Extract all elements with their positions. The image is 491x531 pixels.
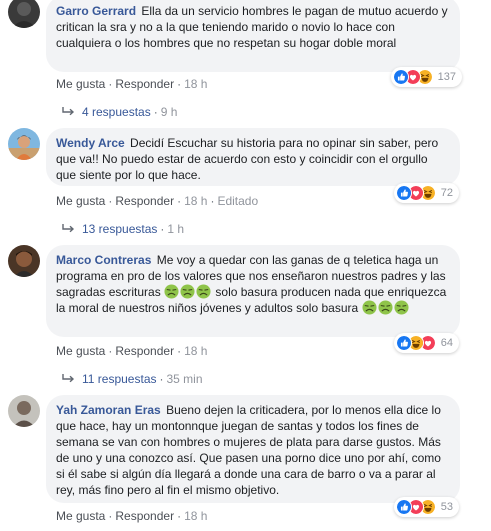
avatar[interactable] <box>8 245 40 277</box>
like-reaction-icon <box>395 335 412 351</box>
replies-time: 35 min <box>166 372 203 386</box>
reply-link[interactable]: Responder <box>115 194 174 208</box>
comment-actions: Me gusta · Responder · 18 h <box>56 344 208 358</box>
reply-arrow-icon <box>62 224 76 234</box>
comment-author[interactable]: Wendy Arce <box>56 136 125 150</box>
comment-actions: Me gusta · Responder · 18 h · Editado <box>56 194 259 208</box>
like-link[interactable]: Me gusta <box>56 194 105 208</box>
comment-bubble: Yah Zamoran Eras Bueno dejen la criticad… <box>46 395 460 503</box>
reaction-summary[interactable]: 64 <box>393 333 459 353</box>
replies-time: 1 h <box>167 222 185 236</box>
reaction-count: 53 <box>440 501 453 513</box>
reply-link[interactable]: Responder <box>115 509 174 523</box>
comment-bubble: Garro Gerrard Ella da un servicio hombre… <box>46 0 460 72</box>
reaction-summary[interactable]: 137 <box>390 67 462 87</box>
comment-time[interactable]: 18 h <box>184 194 207 208</box>
like-link[interactable]: Me gusta <box>56 344 105 358</box>
reaction-count: 64 <box>440 337 453 349</box>
view-replies[interactable]: 13 respuestas · 1 h <box>62 222 184 236</box>
sick-face-emoji <box>362 300 377 315</box>
like-link[interactable]: Me gusta <box>56 77 105 91</box>
like-reaction-icon <box>395 499 412 515</box>
comment-author[interactable]: Garro Gerrard <box>56 4 136 18</box>
reply-arrow-icon <box>62 374 76 384</box>
avatar[interactable] <box>8 0 40 28</box>
like-reaction-icon <box>392 69 409 85</box>
comment-time[interactable]: 18 h <box>184 77 207 91</box>
avatar[interactable] <box>8 395 40 427</box>
reaction-count: 72 <box>440 187 453 199</box>
replies-time: 9 h <box>160 105 178 119</box>
replies-count-link[interactable]: 11 respuestas <box>82 372 157 386</box>
replies-count-link[interactable]: 4 respuestas <box>82 105 151 119</box>
reaction-summary[interactable]: 53 <box>393 497 459 517</box>
comment-actions: Me gusta · Responder · 18 h <box>56 77 208 91</box>
comment-author[interactable]: Marco Contreras <box>56 253 151 267</box>
like-reaction-icon <box>395 185 412 201</box>
avatar[interactable] <box>8 128 40 160</box>
reply-arrow-icon <box>62 107 76 117</box>
comment-text: Bueno dejen la criticadera, por lo menos… <box>56 403 441 497</box>
sick-face-emoji <box>180 284 195 299</box>
replies-count-link[interactable]: 13 respuestas <box>82 222 157 236</box>
sick-face-emoji <box>394 300 409 315</box>
comment-bubble: Wendy Arce Decidí Escuchar su historia p… <box>46 128 460 186</box>
comment-time[interactable]: 18 h <box>184 509 207 523</box>
view-replies[interactable]: 4 respuestas · 9 h <box>62 105 177 119</box>
comment-time[interactable]: 18 h <box>184 344 207 358</box>
view-replies[interactable]: 11 respuestas · 35 min <box>62 372 203 386</box>
reply-link[interactable]: Responder <box>115 77 174 91</box>
reaction-summary[interactable]: 72 <box>393 183 459 203</box>
edited-label[interactable]: Editado <box>217 194 258 208</box>
comment-author[interactable]: Yah Zamoran Eras <box>56 403 161 417</box>
sick-face-emoji <box>196 284 211 299</box>
sick-face-emoji <box>378 300 393 315</box>
sick-face-emoji <box>164 284 179 299</box>
like-link[interactable]: Me gusta <box>56 509 105 523</box>
comment-bubble: Marco Contreras Me voy a quedar con las … <box>46 245 460 337</box>
comment-actions: Me gusta · Responder · 18 h <box>56 509 208 523</box>
reply-link[interactable]: Responder <box>115 344 174 358</box>
reaction-count: 137 <box>437 71 456 83</box>
